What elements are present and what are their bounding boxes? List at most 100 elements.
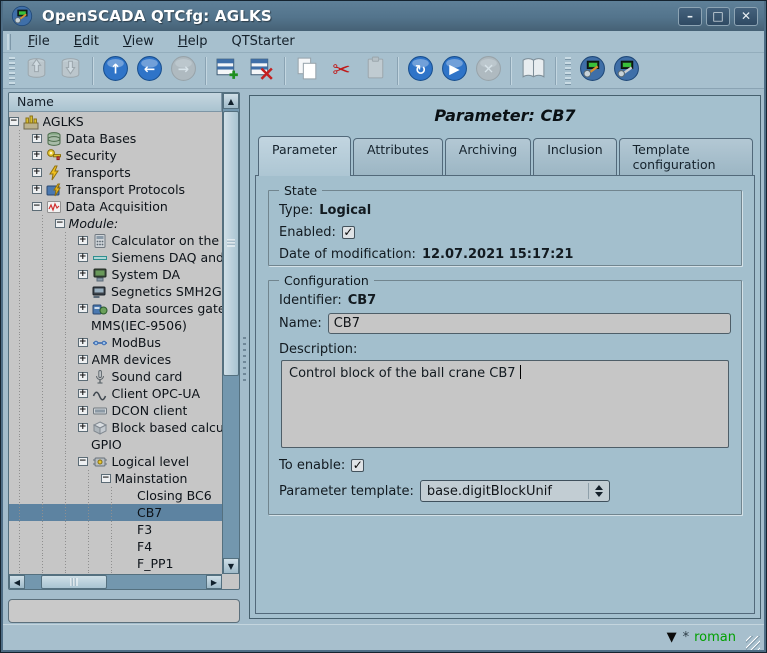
- tree-item-block-based-calcu[interactable]: + Block based calcu: [9, 419, 222, 436]
- collapse-icon[interactable]: −: [32, 202, 42, 211]
- tree-item-transport-protocols[interactable]: + Transport Protocols: [9, 181, 222, 198]
- expand-icon[interactable]: +: [78, 253, 88, 262]
- tree-item-closing-bc6[interactable]: Closing BC6: [9, 487, 222, 504]
- expand-icon[interactable]: +: [32, 168, 42, 177]
- parameter-template-value: base.digitBlockUnif: [426, 483, 552, 499]
- tree-item-segnetics-smh2g[interactable]: Segnetics SMH2G: [9, 283, 222, 300]
- expand-icon[interactable]: +: [32, 185, 42, 194]
- tree-item-mainstation[interactable]: − Mainstation: [9, 470, 222, 487]
- tree-item-sound-card[interactable]: + Sound card: [9, 368, 222, 385]
- tray-arrow-icon[interactable]: ▼: [667, 630, 677, 645]
- vision-button[interactable]: [609, 56, 643, 86]
- titlebar[interactable]: OpenSCADA QTCfg: AGLKS – □ ✕: [3, 1, 764, 31]
- scroll-left-button[interactable]: ◀: [9, 575, 25, 589]
- minimize-button[interactable]: –: [678, 6, 702, 26]
- scroll-right-button[interactable]: ▶: [206, 575, 222, 589]
- tree-item-siemens-daq-and[interactable]: + Siemens DAQ and: [9, 249, 222, 266]
- tree-indent-guide: [55, 317, 78, 334]
- tree-item-security[interactable]: + Security: [9, 147, 222, 164]
- qtcfg-button[interactable]: [575, 56, 609, 86]
- refresh-button[interactable]: ↻: [403, 56, 437, 86]
- menu-edit[interactable]: Edit: [65, 32, 108, 51]
- vertical-scroll-thumb[interactable]: [223, 111, 239, 376]
- tab-template-configuration[interactable]: Template configuration: [618, 138, 753, 175]
- scroll-up-button[interactable]: ▲: [223, 93, 239, 109]
- tree-item-client-opc-ua[interactable]: + Client OPC-UA: [9, 385, 222, 402]
- name-input[interactable]: [327, 313, 731, 334]
- tree-item-f4[interactable]: F4: [9, 538, 222, 555]
- tree-item-amr-devices[interactable]: + AMR devices: [9, 351, 222, 368]
- toolbar-handle[interactable]: [565, 56, 571, 85]
- tree-item-data-acquisition[interactable]: − Data Acquisition: [9, 198, 222, 215]
- tree-vertical-scrollbar[interactable]: ▲ ▼: [222, 93, 239, 574]
- tree-item-modbus[interactable]: + ModBus: [9, 334, 222, 351]
- tree-item-data-sources-gate[interactable]: + Data sources gate: [9, 300, 222, 317]
- back-button[interactable]: ←: [132, 56, 166, 86]
- tree-item-aglks[interactable]: − AGLKS: [9, 113, 222, 130]
- maximize-button[interactable]: □: [706, 6, 730, 26]
- start-button[interactable]: ▶: [437, 56, 471, 86]
- collapse-icon[interactable]: −: [101, 474, 111, 483]
- expand-icon[interactable]: +: [78, 355, 88, 364]
- panel-splitter[interactable]: [240, 92, 249, 624]
- menu-qtstarter[interactable]: QTStarter: [222, 32, 303, 51]
- menu-file[interactable]: File: [19, 32, 59, 51]
- expand-icon[interactable]: +: [78, 270, 88, 279]
- tree-indent-guide: [101, 487, 124, 504]
- expand-icon[interactable]: +: [78, 406, 88, 415]
- expand-icon[interactable]: +: [78, 236, 88, 245]
- expand-icon[interactable]: +: [78, 304, 88, 313]
- expand-icon[interactable]: +: [32, 151, 42, 160]
- tree-indent-guide: [32, 334, 55, 351]
- add-item-button[interactable]: [211, 56, 245, 86]
- scroll-down-button[interactable]: ▼: [223, 558, 239, 574]
- menu-view[interactable]: View: [114, 32, 163, 51]
- manual-button[interactable]: [516, 56, 550, 86]
- tree-item-f3[interactable]: F3: [9, 521, 222, 538]
- modbus-icon: [92, 335, 108, 351]
- collapse-icon[interactable]: −: [9, 117, 19, 126]
- to-enable-checkbox[interactable]: ✓: [351, 458, 365, 472]
- description-textarea[interactable]: Control block of the ball crane CB7: [281, 360, 729, 448]
- tab-attributes[interactable]: Attributes: [353, 138, 443, 175]
- collapse-icon[interactable]: −: [55, 219, 65, 228]
- close-button[interactable]: ✕: [734, 6, 758, 26]
- tree-horizontal-scrollbar[interactable]: ◀ ▶: [9, 574, 222, 589]
- tree-item-dcon-client[interactable]: + DCON client: [9, 402, 222, 419]
- tree-item-gpio[interactable]: GPIO: [9, 436, 222, 453]
- expand-icon[interactable]: +: [78, 338, 88, 347]
- up-button[interactable]: ↑: [98, 56, 132, 86]
- tab-parameter[interactable]: Parameter: [258, 136, 352, 176]
- tree-item-logical-level[interactable]: − Logical level: [9, 453, 222, 470]
- horizontal-scroll-thumb[interactable]: [40, 575, 107, 589]
- cut-button[interactable]: ✂: [324, 56, 358, 86]
- expand-icon[interactable]: +: [78, 423, 88, 432]
- window-title: OpenSCADA QTCfg: AGLKS: [42, 7, 272, 25]
- collapse-icon[interactable]: −: [78, 457, 88, 466]
- tree-item-f-pp1[interactable]: F_PP1: [9, 555, 222, 572]
- tree-filter-input[interactable]: [8, 599, 240, 623]
- tab-inclusion[interactable]: Inclusion: [533, 138, 617, 175]
- expand-icon[interactable]: +: [32, 134, 42, 143]
- tree-item-module[interactable]: − Module:: [9, 215, 222, 232]
- tree-item-transports[interactable]: + Transports: [9, 164, 222, 181]
- resize-grip[interactable]: [746, 636, 760, 650]
- tree-item-data-bases[interactable]: + Data Bases: [9, 130, 222, 147]
- tree-item-cb7[interactable]: CB7: [9, 504, 222, 521]
- menu-help[interactable]: Help: [169, 32, 217, 51]
- enabled-checkbox[interactable]: ✓: [341, 225, 355, 239]
- current-user[interactable]: roman: [694, 630, 736, 645]
- menubar-handle[interactable]: [7, 33, 11, 50]
- delete-item-button[interactable]: [245, 56, 279, 86]
- expand-icon[interactable]: +: [78, 372, 88, 381]
- tree-item-calculator-on-the[interactable]: + Calculator on the: [9, 232, 222, 249]
- expand-icon[interactable]: +: [78, 389, 88, 398]
- tree-header[interactable]: Name: [9, 93, 222, 112]
- svg-text:✕: ✕: [482, 62, 493, 78]
- copy-button[interactable]: [290, 56, 324, 86]
- tab-archiving[interactable]: Archiving: [444, 138, 532, 175]
- tree-item-mms-iec-9506[interactable]: MMS(IEC-9506): [9, 317, 222, 334]
- parameter-template-select[interactable]: base.digitBlockUnif: [419, 480, 610, 502]
- toolbar-handle[interactable]: [9, 56, 15, 85]
- tree-item-system-da[interactable]: + System DA: [9, 266, 222, 283]
